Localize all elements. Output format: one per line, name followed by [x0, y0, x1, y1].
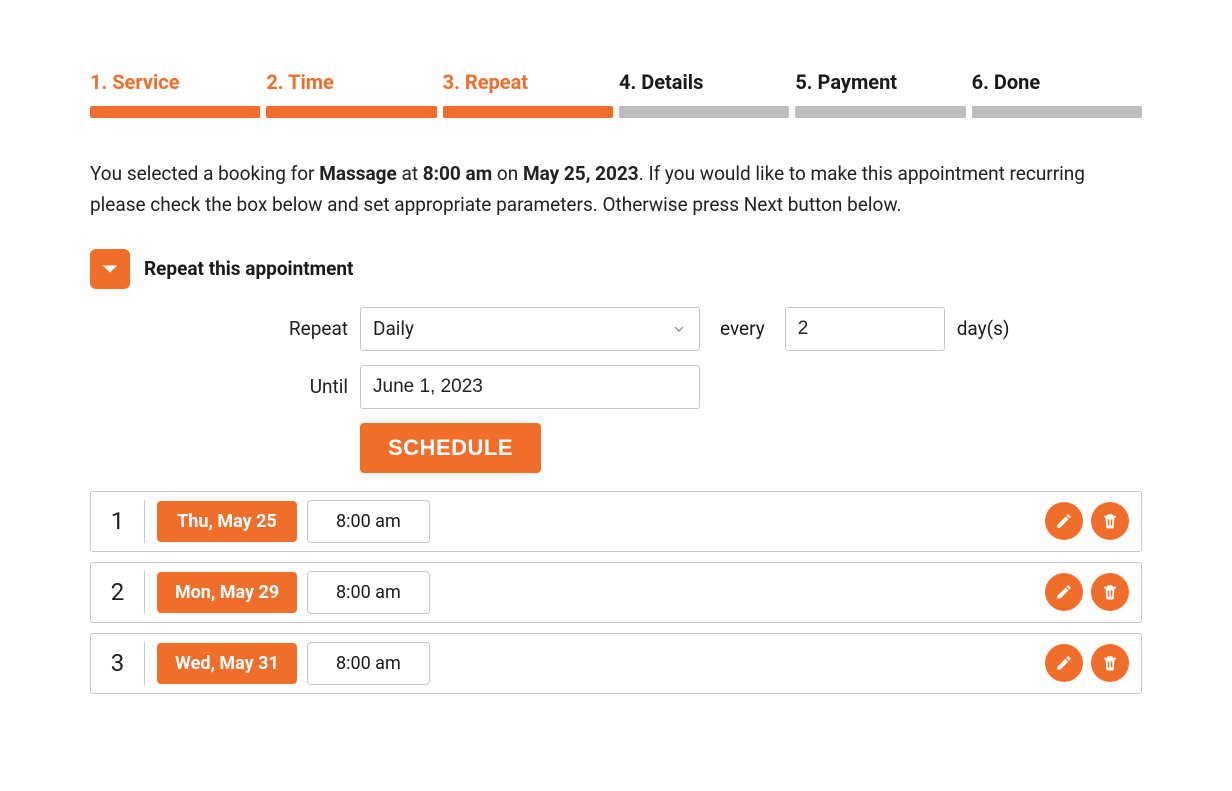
repeat-title: Repeat this appointment [144, 257, 353, 280]
schedule-date-badge: Thu, May 25 [157, 501, 297, 542]
step-label: 3. Repeat [443, 70, 613, 94]
trash-icon [1101, 654, 1119, 672]
step-label: 2. Time [266, 70, 436, 94]
step-progress-bar [266, 106, 436, 118]
delete-button[interactable] [1091, 573, 1129, 611]
schedule-index: 1 [91, 500, 145, 543]
step-progress-bar [90, 106, 260, 118]
schedule-date-badge: Wed, May 31 [157, 643, 297, 684]
step-6[interactable]: 6. Done [972, 70, 1142, 118]
step-2[interactable]: 2. Time [266, 70, 436, 118]
summary-time: 8:00 am [423, 162, 492, 185]
schedule-button[interactable]: Schedule [360, 423, 541, 473]
edit-button[interactable] [1045, 644, 1083, 682]
step-progress-bar [795, 106, 965, 118]
repeat-frequency-label: Repeat [90, 317, 360, 340]
units-label: day(s) [957, 317, 1010, 340]
schedule-index: 3 [91, 642, 145, 685]
pencil-icon [1055, 583, 1073, 601]
schedule-row: 3 Wed, May 318:00 am [90, 633, 1142, 694]
repeat-frequency-value: Daily [373, 317, 414, 340]
every-label: every [720, 317, 765, 340]
schedule-row: 2 Mon, May 298:00 am [90, 562, 1142, 623]
step-label: 5. Payment [795, 70, 965, 94]
summary-date: May 25, 2023 [523, 162, 639, 185]
repeat-toggle[interactable] [90, 249, 130, 289]
until-label: Until [90, 375, 360, 398]
chevron-down-icon [671, 321, 687, 337]
step-1[interactable]: 1. Service [90, 70, 260, 118]
step-label: 4. Details [619, 70, 789, 94]
step-progress-bar [972, 106, 1142, 118]
step-5[interactable]: 5. Payment [795, 70, 965, 118]
schedule-row: 1 Thu, May 258:00 am [90, 491, 1142, 552]
trash-icon [1101, 512, 1119, 530]
schedule-list: 1Thu, May 258:00 am2Mon, May 298:00 am3W… [90, 491, 1142, 694]
delete-button[interactable] [1091, 644, 1129, 682]
wizard-steps: 1. Service2. Time 3. Repeat4. Details5. P… [90, 70, 1142, 118]
pencil-icon [1055, 654, 1073, 672]
step-label: 6. Done [972, 70, 1142, 94]
step-progress-bar [443, 106, 613, 118]
schedule-time: 8:00 am [307, 500, 430, 543]
every-input[interactable] [785, 307, 945, 351]
trash-icon [1101, 583, 1119, 601]
schedule-time: 8:00 am [307, 571, 430, 614]
step-3[interactable]: 3. Repeat [443, 70, 613, 118]
step-progress-bar [619, 106, 789, 118]
step-label: 1. Service [90, 70, 260, 94]
schedule-index: 2 [91, 571, 145, 614]
edit-button[interactable] [1045, 573, 1083, 611]
edit-button[interactable] [1045, 502, 1083, 540]
booking-summary: You selected a booking for Massage at 8:… [90, 158, 1142, 221]
delete-button[interactable] [1091, 502, 1129, 540]
pencil-icon [1055, 512, 1073, 530]
summary-service: Massage [319, 162, 397, 185]
until-input[interactable] [360, 365, 700, 409]
repeat-frequency-select[interactable]: Daily [360, 307, 700, 351]
schedule-time: 8:00 am [307, 642, 430, 685]
schedule-date-badge: Mon, May 29 [157, 572, 297, 613]
step-4[interactable]: 4. Details [619, 70, 789, 118]
chevron-down-icon [99, 258, 121, 280]
